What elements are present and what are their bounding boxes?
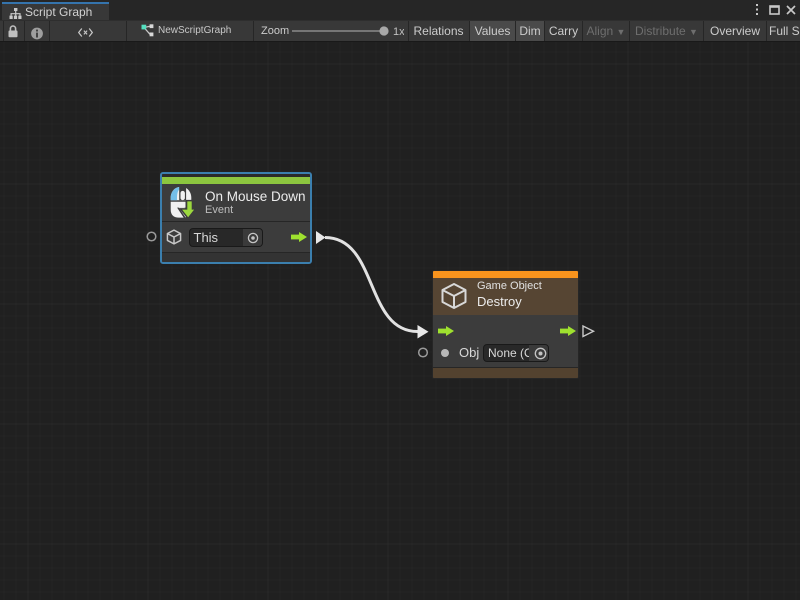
- svg-text:1x: 1x: [393, 26, 404, 38]
